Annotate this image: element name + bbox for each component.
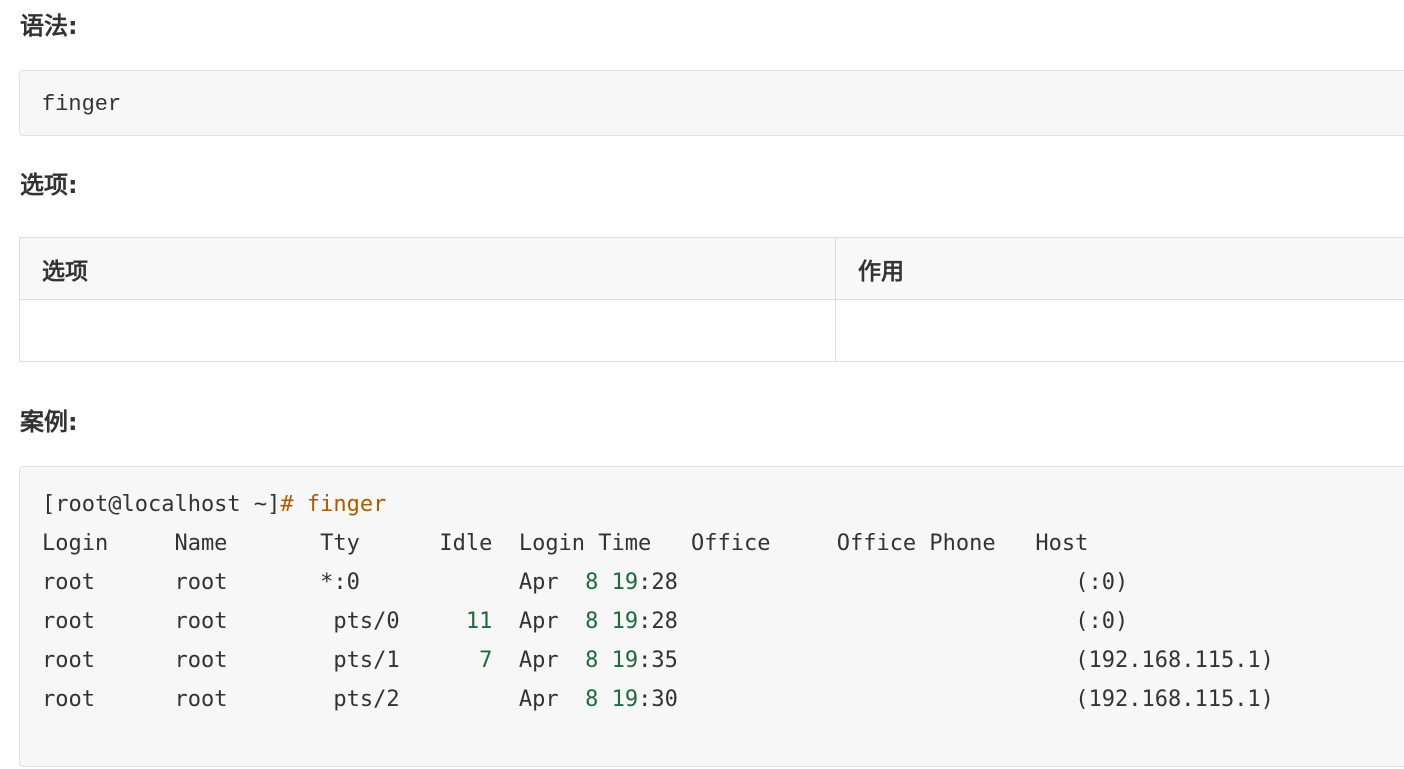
table-cell-option xyxy=(19,299,836,362)
row-tty: *:0 xyxy=(306,570,360,595)
row-month: Apr xyxy=(518,687,559,712)
shell-command: # finger xyxy=(280,492,387,517)
row-tty: pts/1 xyxy=(306,648,400,673)
row-name: root xyxy=(174,609,228,634)
output-row-1: root root pts/0 11 Apr 8 19:28 (:0) xyxy=(42,602,1396,641)
row-host: (:0) xyxy=(1075,570,1129,595)
command-line: [root@localhost ~]# finger xyxy=(42,485,1396,524)
output-row-3: root root pts/2 Apr 8 19:30 (192.168.115… xyxy=(42,680,1396,719)
syntax-heading: 语法: xyxy=(20,12,78,40)
options-table: 选项 作用 xyxy=(19,237,1404,362)
row-login: root xyxy=(42,609,95,634)
row-hour: 19 xyxy=(611,687,639,712)
output-row-0: root root *:0 Apr 8 19:28 (:0) xyxy=(42,563,1396,602)
output-header-line: Login Name Tty Idle Login Time Office Of… xyxy=(42,531,1089,556)
table-row xyxy=(19,299,1404,362)
row-login: root xyxy=(42,570,95,595)
row-host: (192.168.115.1) xyxy=(1075,687,1274,712)
row-name: root xyxy=(174,648,228,673)
table-cell-effect xyxy=(835,299,1404,362)
row-month: Apr xyxy=(518,570,559,595)
row-idle xyxy=(413,570,492,595)
row-login: root xyxy=(42,648,95,673)
row-host: (192.168.115.1) xyxy=(1075,648,1274,673)
row-hour: 19 xyxy=(611,609,639,634)
table-header-effect: 作用 xyxy=(835,237,1404,300)
row-minute: :30 xyxy=(638,687,678,712)
row-tty: pts/0 xyxy=(306,609,400,634)
row-day: 8 xyxy=(585,648,599,673)
row-hour: 19 xyxy=(611,648,639,673)
row-minute: :28 xyxy=(638,609,678,634)
row-month: Apr xyxy=(518,609,559,634)
example-heading: 案例: xyxy=(20,408,78,436)
row-month: Apr xyxy=(518,648,559,673)
table-header-row: 选项 作用 xyxy=(19,237,1404,300)
row-minute: :35 xyxy=(638,648,678,673)
output-rows: root root *:0 Apr 8 19:28 (:0) root root … xyxy=(42,563,1396,719)
example-code-block: [root@localhost ~]# finger Login Name Tty… xyxy=(19,466,1404,767)
syntax-code: finger xyxy=(42,92,122,117)
row-day: 8 xyxy=(585,687,599,712)
options-heading: 选项: xyxy=(20,171,78,199)
row-idle: 7 xyxy=(412,648,493,673)
output-row-2: root root pts/1 7 Apr 8 19:35 (192.168.1… xyxy=(42,641,1396,680)
row-tty: pts/2 xyxy=(306,687,400,712)
syntax-code-block: finger xyxy=(19,70,1404,136)
row-login: root xyxy=(42,687,95,712)
row-host: (:0) xyxy=(1075,609,1129,634)
row-hour: 19 xyxy=(611,570,639,595)
row-idle xyxy=(413,687,492,712)
row-day: 8 xyxy=(585,570,599,595)
row-minute: :28 xyxy=(638,570,678,595)
row-name: root xyxy=(174,570,228,595)
row-name: root xyxy=(174,687,228,712)
shell-prompt: [root@localhost ~] xyxy=(42,492,281,517)
row-day: 8 xyxy=(585,609,599,634)
row-idle: 11 xyxy=(412,609,493,634)
table-header-option: 选项 xyxy=(19,237,836,300)
